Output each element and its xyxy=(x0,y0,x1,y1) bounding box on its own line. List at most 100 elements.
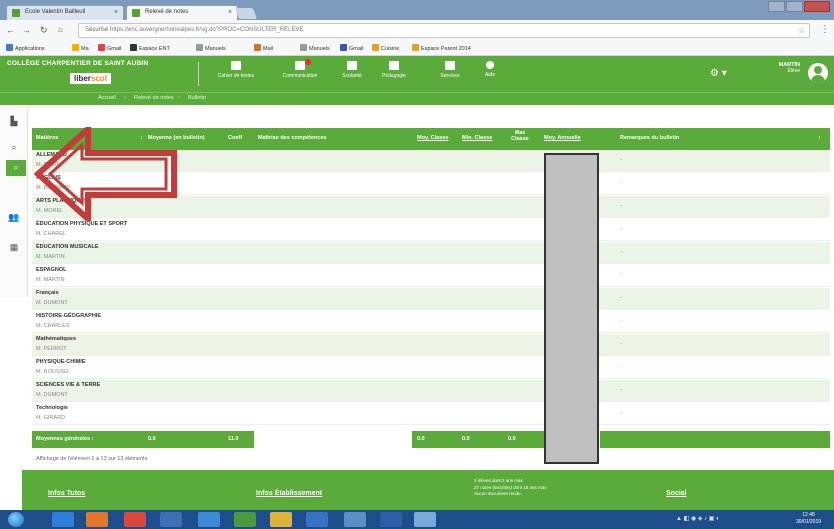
avatar[interactable] xyxy=(808,63,828,83)
maximize-window-button[interactable] xyxy=(786,1,803,12)
bookmark-item[interactable]: Gmail xyxy=(98,44,121,54)
bookmark-item[interactable]: Espace ENT xyxy=(130,44,170,54)
sort-icon[interactable]: ↕ xyxy=(818,135,821,141)
url-input[interactable]: Sécurisé https://enc.auvergnerhonealpes.… xyxy=(78,23,810,38)
app-header: COLLÈGE CHARPENTIER DE SAINT AUBIN liber… xyxy=(0,56,834,92)
col-header[interactable]: Max Classe xyxy=(508,130,532,142)
notification-badge xyxy=(305,59,311,65)
browser-tab[interactable]: Ecole Valentin Bailleuil × xyxy=(6,5,124,20)
table-row[interactable]: HISTOIRE-GÉOGRAPHIE M. CHARLES - xyxy=(32,311,830,333)
footer-link-tutos[interactable]: Infos Tutos xyxy=(48,490,85,497)
col-header[interactable]: Remarques du bulletin xyxy=(620,135,679,141)
app-icon[interactable] xyxy=(198,512,220,527)
new-tab-button[interactable] xyxy=(234,8,258,19)
excel-icon[interactable] xyxy=(234,512,256,527)
app-icon[interactable] xyxy=(160,512,182,527)
bookmark-item[interactable]: Gmail xyxy=(340,44,363,54)
footer-stats: 2 élèves dont 2 ans max 27 notes (inscri… xyxy=(474,478,547,496)
minimize-window-button[interactable] xyxy=(768,1,785,12)
breadcrumb-item[interactable]: Accueil xyxy=(98,95,116,101)
back-icon[interactable]: ← xyxy=(6,25,15,35)
menu-cahier-de-textes[interactable]: Cahier de textes xyxy=(208,61,264,79)
col-header[interactable]: Moy. Annuelle xyxy=(544,135,581,141)
browser-menu-icon[interactable]: ⋮ xyxy=(820,24,830,35)
search-icon: ⌕ xyxy=(13,163,19,172)
user-menu[interactable]: MARTIN Élève xyxy=(752,62,800,74)
bookmark-star-icon[interactable]: ☆ xyxy=(798,26,805,35)
active-rail-button[interactable]: ⌕ xyxy=(6,160,26,176)
chrome-icon[interactable] xyxy=(124,512,146,527)
col-header[interactable]: Moy. Classe xyxy=(417,135,448,141)
search-icon[interactable]: ⌕ xyxy=(8,141,20,153)
bookmark-item[interactable]: Espace Parent 2014 xyxy=(412,44,471,54)
mail-icon xyxy=(254,44,261,51)
table-row[interactable]: Mathématiques M. PERROT - xyxy=(32,334,830,356)
table-row[interactable]: ÉDUCATION PHYSIQUE ET SPORT M. CHAREL - xyxy=(32,219,830,241)
col-header[interactable]: Maîtrise des compétences xyxy=(258,135,326,141)
page-icon xyxy=(300,44,307,51)
avatar-body xyxy=(811,75,825,83)
users-icon[interactable]: 👥 xyxy=(8,211,20,223)
folder-icon xyxy=(72,44,79,51)
word-icon[interactable] xyxy=(306,512,328,527)
calendar-icon[interactable]: ▦ xyxy=(8,241,20,253)
averages-bar xyxy=(412,431,550,448)
average-value: 0.0 xyxy=(462,436,470,442)
app-logo[interactable]: liberscol xyxy=(70,73,111,84)
address-bar: ← → ↻ ⌂ Sécurisé https://enc.auvergnerho… xyxy=(0,20,834,42)
forward-icon[interactable]: → xyxy=(22,25,31,35)
pagination-info: Affichage de l'élément 1 à 13 sur 13 élé… xyxy=(36,456,148,462)
bookmark-item[interactable]: Manuels xyxy=(196,44,226,54)
table-row[interactable]: ÉDUCATION MUSICALE M. MARTIN - xyxy=(32,242,830,264)
taskbar-clock[interactable]: 12:48 30/01/2019 xyxy=(796,512,821,526)
app-icon[interactable] xyxy=(344,512,366,527)
col-header[interactable]: Min. Classe xyxy=(462,135,492,141)
close-tab-icon[interactable]: × xyxy=(114,6,118,19)
footer-link-social[interactable]: Social xyxy=(666,490,687,497)
calendar-icon xyxy=(231,61,241,70)
favicon-icon xyxy=(12,9,20,17)
bookmark-item[interactable]: Applications xyxy=(6,44,45,54)
redaction-box xyxy=(544,153,599,464)
average-value: 0.0 xyxy=(508,436,516,442)
close-tab-icon[interactable]: × xyxy=(228,6,232,19)
table-row[interactable]: SCIENCES VIE & TERRE M. DUMONT - xyxy=(32,380,830,402)
start-button-icon[interactable] xyxy=(8,512,24,527)
averages-row: Moyennes générales : 0.0 11.0 0.0 0.0 0.… xyxy=(32,431,830,448)
browser-tab-bar: Ecole Valentin Bailleuil × Relevé de not… xyxy=(0,0,834,20)
user-role: Élève xyxy=(787,68,800,74)
col-header[interactable]: Coeff xyxy=(228,135,242,141)
folder-icon[interactable] xyxy=(270,512,292,527)
menu-pedagogie[interactable]: Pédagogie xyxy=(366,61,422,79)
breadcrumb-item[interactable]: Relevé de notes xyxy=(134,95,174,101)
footer-link-etablissement[interactable]: Infos Établissement xyxy=(256,490,322,497)
menu-communication[interactable]: Communication xyxy=(272,61,328,79)
menu-aide[interactable]: Aide xyxy=(470,61,510,78)
app-icon[interactable] xyxy=(414,512,436,527)
bookmark-item[interactable]: Mail xyxy=(254,44,273,54)
table-row[interactable]: ESPAGNOL M. MARTIN - xyxy=(32,265,830,287)
table-row[interactable]: Technologie M. GIRARD - xyxy=(32,403,830,425)
arrow-outline xyxy=(34,127,177,221)
reload-icon[interactable]: ↻ xyxy=(40,25,48,36)
annotation-arrow xyxy=(34,127,177,221)
average-value: 0.0 xyxy=(148,436,156,442)
bookmark-item[interactable]: Manuels xyxy=(300,44,330,54)
bookmark-item[interactable]: Ma xyxy=(72,44,89,54)
settings-gear-icon[interactable]: ⚙ ▾ xyxy=(710,68,727,79)
home-icon[interactable]: ⌂ xyxy=(58,25,63,34)
media-player-icon[interactable] xyxy=(86,512,108,527)
table-row[interactable]: PHYSIQUE-CHIMIE M. ROUSSEL - xyxy=(32,357,830,379)
table-row[interactable]: Français M. DUMONT - xyxy=(32,288,830,310)
bookmark-item[interactable]: Cuisine xyxy=(372,44,399,54)
explorer-icon[interactable] xyxy=(52,512,74,527)
chart-icon[interactable]: ▙ xyxy=(8,115,20,127)
school-name: COLLÈGE CHARPENTIER DE SAINT AUBIN xyxy=(7,60,149,67)
ent-icon[interactable] xyxy=(380,512,402,527)
browser-tab-active[interactable]: Relevé de notes × xyxy=(126,5,238,20)
favicon-icon xyxy=(132,9,140,17)
system-tray-icons[interactable]: ▲ ◧ ◉ ◈ ♪ ▣ ◐ xyxy=(676,515,720,522)
close-window-button[interactable] xyxy=(804,1,830,12)
breadcrumb-item[interactable]: Bulletin xyxy=(188,95,206,101)
services-icon xyxy=(445,61,455,70)
